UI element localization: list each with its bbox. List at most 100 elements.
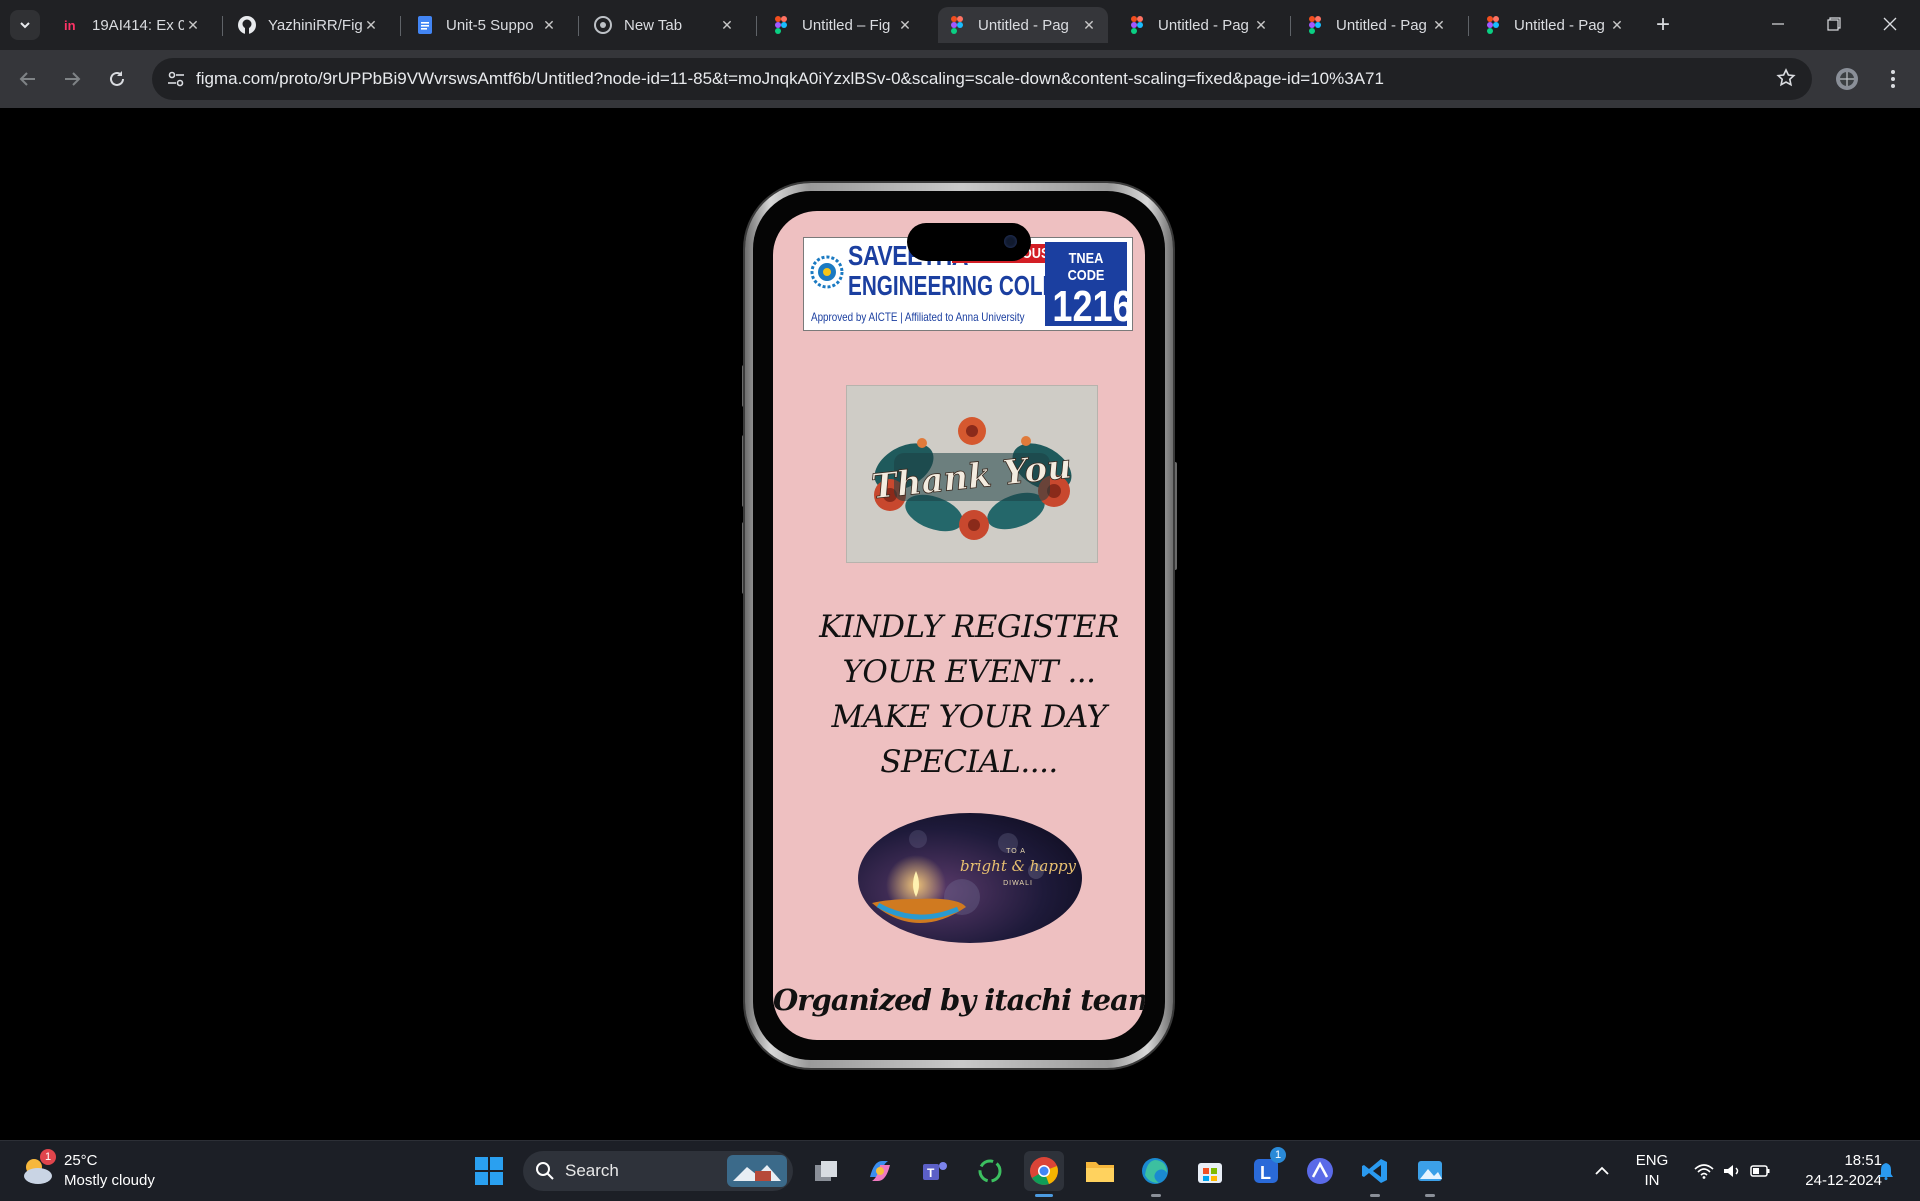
site-info-button[interactable] — [162, 65, 190, 93]
lang-line2: IN — [1644, 1172, 1660, 1189]
browser-toolbar: figma.com/proto/9rUPPbBi9VWvrswsAmtf6b/U… — [0, 50, 1920, 108]
close-icon[interactable]: ✕ — [896, 16, 914, 34]
tab-7[interactable]: Untitled - Pag ✕ — [1118, 7, 1280, 43]
tab-8[interactable]: Untitled - Pag ✕ — [1296, 7, 1458, 43]
copilot-button[interactable] — [860, 1151, 900, 1191]
show-hidden-icons-button[interactable] — [1582, 1151, 1622, 1191]
arc-app-button[interactable] — [1300, 1151, 1340, 1191]
photos-button[interactable] — [1410, 1151, 1450, 1191]
restore-icon — [1827, 17, 1841, 31]
close-icon[interactable]: ✕ — [1430, 16, 1448, 34]
teams-icon: T — [923, 1162, 947, 1180]
chrome-taskbar-button[interactable] — [1024, 1151, 1064, 1191]
minimize-button[interactable] — [1750, 0, 1806, 48]
search-icon — [536, 1162, 554, 1180]
tab-9[interactable]: Untitled - Pag ✕ — [1474, 7, 1636, 43]
github-icon — [238, 16, 256, 34]
profile-avatar[interactable] — [1830, 62, 1864, 96]
arrow-right-icon — [65, 72, 81, 86]
running-indicator — [1425, 1194, 1435, 1197]
folder-icon — [1086, 1162, 1114, 1182]
restore-button[interactable] — [1806, 0, 1862, 48]
store-button[interactable] — [1190, 1151, 1230, 1191]
svg-text:T: T — [927, 1166, 935, 1180]
tab-5[interactable]: Untitled – Fig ✕ — [762, 7, 924, 43]
tnea-code: 1216 — [1052, 282, 1133, 331]
figma-icon — [772, 16, 790, 34]
tab-1[interactable]: in 19AI414: Ex 0 ✕ — [52, 7, 212, 43]
store-icon — [1198, 1163, 1222, 1183]
edge-icon — [1142, 1158, 1168, 1184]
launcher-l-button[interactable]: L 1 — [1246, 1147, 1286, 1191]
running-indicator — [1151, 1194, 1161, 1197]
active-indicator — [1035, 1194, 1053, 1197]
close-icon[interactable]: ✕ — [1252, 16, 1270, 34]
prototype-screen[interactable]: SAVEETHA AUTONOMOUS ENGINEERING COLLEGE … — [773, 211, 1145, 1040]
forward-button[interactable] — [55, 62, 89, 96]
taskbar-search[interactable]: Search — [523, 1151, 793, 1191]
more-vert-icon — [1891, 70, 1895, 88]
close-icon[interactable]: ✕ — [718, 16, 736, 34]
edge-button[interactable] — [1135, 1151, 1175, 1191]
address-bar[interactable]: figma.com/proto/9rUPPbBi9VWvrswsAmtf6b/U… — [152, 58, 1812, 100]
tab-separator — [222, 16, 223, 36]
new-tab-button[interactable]: + — [1650, 10, 1676, 40]
tab-title: Unit-5 Suppo — [446, 16, 534, 34]
back-button[interactable] — [11, 62, 45, 96]
search-highlight-icon — [727, 1155, 787, 1187]
tab-title: 19AI414: Ex 0 — [92, 16, 184, 34]
tab-4[interactable]: New Tab ✕ — [584, 7, 746, 43]
tab-3[interactable]: Unit-5 Suppo ✕ — [406, 7, 568, 43]
close-icon[interactable]: ✕ — [184, 16, 202, 34]
camera-icon — [1004, 235, 1017, 248]
url-text[interactable]: figma.com/proto/9rUPPbBi9VWvrswsAmtf6b/U… — [196, 69, 1384, 89]
diwali-greeting: bright & happy — [960, 857, 1077, 875]
tab-separator — [1290, 16, 1291, 36]
tune-icon — [168, 71, 184, 87]
notifications-button[interactable] — [1866, 1151, 1906, 1191]
chevron-down-icon — [20, 22, 30, 29]
teams-button[interactable]: T — [915, 1151, 955, 1191]
close-icon — [1883, 17, 1897, 31]
browser-menu-button[interactable] — [1876, 62, 1910, 96]
dynamic-island — [907, 223, 1031, 261]
close-window-button[interactable] — [1862, 0, 1918, 48]
message-line: SPECIAL.... — [880, 744, 1058, 780]
green-app-button[interactable] — [970, 1151, 1010, 1191]
launcher-badge: 1 — [1270, 1147, 1286, 1163]
tab-title: New Tab — [624, 16, 683, 34]
diwali-to-a: TO A — [1006, 848, 1026, 855]
message-line: YOUR EVENT ... — [842, 654, 1096, 690]
message-line: KINDLY REGISTER — [819, 609, 1119, 645]
avatar-icon — [1836, 68, 1858, 90]
organizer-footer: Organized by itachi team..★ — [773, 983, 1145, 1017]
figma-icon — [1484, 16, 1502, 34]
weather-widget[interactable]: 1 25°C Mostly cloudy — [20, 1149, 155, 1191]
figma-icon — [1128, 16, 1146, 34]
reload-button[interactable] — [100, 62, 134, 96]
message-line: MAKE YOUR DAY — [831, 699, 1107, 735]
running-indicator — [1370, 1194, 1380, 1197]
weather-badge: 1 — [40, 1149, 56, 1165]
chrome-icon — [594, 16, 612, 34]
start-button[interactable] — [469, 1151, 509, 1191]
file-explorer-button[interactable] — [1080, 1151, 1120, 1191]
close-icon[interactable]: ✕ — [362, 16, 380, 34]
tab-title: Untitled - Pag — [1336, 16, 1427, 34]
arc-icon — [1307, 1158, 1333, 1184]
tab-2[interactable]: YazhiniRR/Fig ✕ — [228, 7, 390, 43]
language-indicator[interactable]: ENG IN — [1630, 1151, 1674, 1191]
bookmark-star-icon[interactable] — [1776, 68, 1796, 93]
close-icon[interactable]: ✕ — [1080, 16, 1098, 34]
vscode-button[interactable] — [1355, 1151, 1395, 1191]
close-icon[interactable]: ✕ — [540, 16, 558, 34]
minimize-icon — [1772, 23, 1784, 25]
wifi-icon — [1694, 1164, 1714, 1179]
tab-search-button[interactable] — [10, 10, 40, 40]
tab-6-active[interactable]: Untitled - Pag ✕ — [938, 7, 1108, 43]
close-icon[interactable]: ✕ — [1608, 16, 1626, 34]
quick-settings-button[interactable] — [1684, 1151, 1780, 1191]
task-view-icon — [815, 1161, 837, 1181]
task-view-button[interactable] — [806, 1151, 846, 1191]
phone-bezel: SAVEETHA AUTONOMOUS ENGINEERING COLLEGE … — [753, 191, 1165, 1060]
